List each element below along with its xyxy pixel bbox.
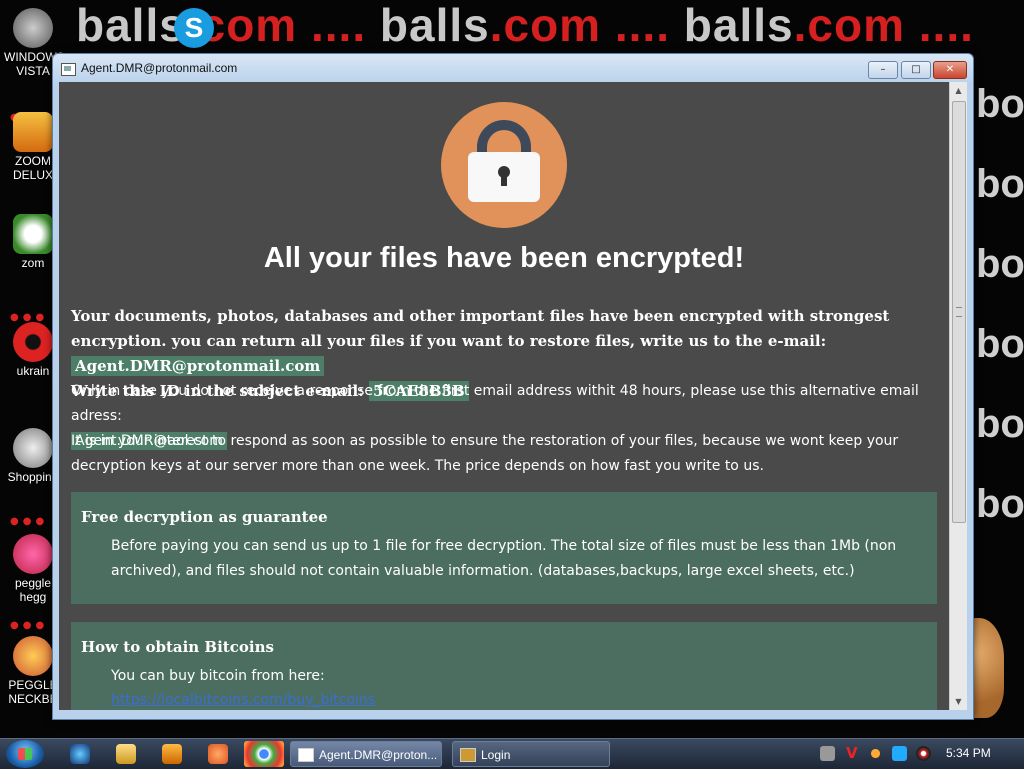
free-decryption-box: Free decryption as guarantee Before payi… — [71, 492, 937, 604]
taskbar: Agent.DMR@proton... Login V 5:34 PM — [0, 738, 1024, 769]
peggle-icon — [13, 636, 53, 676]
note-main-text: Your documents, photos, databases and ot… — [71, 307, 890, 350]
internet-explorer-icon[interactable] — [70, 744, 90, 764]
folder-icon[interactable] — [116, 744, 136, 764]
tray-volume-icon[interactable] — [916, 746, 931, 761]
taskbar-clock[interactable]: 5:34 PM — [946, 746, 991, 760]
window-icon — [298, 748, 314, 762]
vertical-scrollbar[interactable]: ▲ ▼ — [949, 82, 967, 710]
bitcoin-text: You can buy bitcoin from here: — [111, 668, 325, 684]
wallpaper-side-3: bo — [976, 242, 1024, 286]
peggle-icon — [13, 534, 53, 574]
tray-search-icon[interactable] — [868, 746, 883, 761]
wallpaper-side-1: bo — [976, 82, 1024, 126]
close-button[interactable]: ✕ — [933, 61, 967, 79]
minimize-button[interactable]: – — [868, 61, 898, 79]
scroll-up-icon[interactable]: ▲ — [950, 82, 967, 99]
chrome-icon[interactable] — [244, 741, 284, 767]
ransom-note-window: Agent.DMR@protonmail.com – □ ✕ All your … — [52, 53, 974, 720]
bitcoin-title: How to obtain Bitcoins — [81, 638, 274, 656]
note-headline: All your files have been encrypted! — [263, 242, 745, 274]
window-app-icon — [61, 63, 76, 76]
tray-display-icon[interactable] — [892, 746, 907, 761]
wallpaper-side-5: bo — [976, 402, 1024, 446]
flash-icon — [13, 428, 53, 468]
maximize-button[interactable]: □ — [901, 61, 931, 79]
desktop-dots: ●●● — [10, 516, 49, 527]
primary-email: Agent.DMR@protonmail.com — [71, 356, 325, 376]
flower-icon — [13, 214, 53, 254]
zoom-icon — [13, 112, 53, 152]
free-decryption-title: Free decryption as guarantee — [81, 508, 328, 526]
desktop-dots: ●●● — [10, 620, 49, 631]
taskbar-item-agent-window[interactable]: Agent.DMR@proton... — [290, 741, 442, 767]
taskbar-item-login[interactable]: Login — [452, 741, 610, 767]
login-icon — [460, 748, 476, 762]
keyhole-icon — [498, 166, 510, 186]
app-icon[interactable] — [208, 744, 228, 764]
skype-icon[interactable]: S — [174, 8, 214, 48]
tray-antivirus-icon[interactable]: V — [846, 746, 861, 761]
free-decryption-text: Before paying you can send us up to 1 fi… — [111, 538, 897, 579]
scrollbar-thumb[interactable] — [952, 101, 966, 523]
radiation-icon — [13, 322, 53, 362]
wallpaper-side-2: bo — [976, 162, 1024, 206]
alt-email-text: Only in case you do not receive a respon… — [71, 383, 919, 424]
wallpaper-side-4: bo — [976, 322, 1024, 366]
wallpaper-side-6: bo — [976, 482, 1024, 526]
windows-vista-icon — [13, 8, 53, 48]
start-button[interactable] — [6, 740, 44, 768]
scroll-down-icon[interactable]: ▼ — [950, 693, 967, 710]
bitcoin-box: How to obtain Bitcoins You can buy bitco… — [71, 622, 937, 710]
note-content: All your files have been encrypted! Your… — [59, 82, 949, 710]
window-title: Agent.DMR@protonmail.com — [81, 61, 238, 75]
lock-icon — [441, 102, 567, 228]
tray-network-icon[interactable] — [820, 746, 835, 761]
window-titlebar[interactable]: Agent.DMR@protonmail.com – □ ✕ — [53, 54, 973, 82]
note-paragraph-deadline: It is in your interest to respond as soo… — [71, 433, 899, 474]
media-player-icon[interactable] — [162, 744, 182, 764]
lock-body — [468, 152, 540, 202]
bitcoin-link[interactable]: https://localbitcoins.com/buy_bitcoins — [111, 692, 375, 708]
grip-icon — [956, 307, 962, 317]
